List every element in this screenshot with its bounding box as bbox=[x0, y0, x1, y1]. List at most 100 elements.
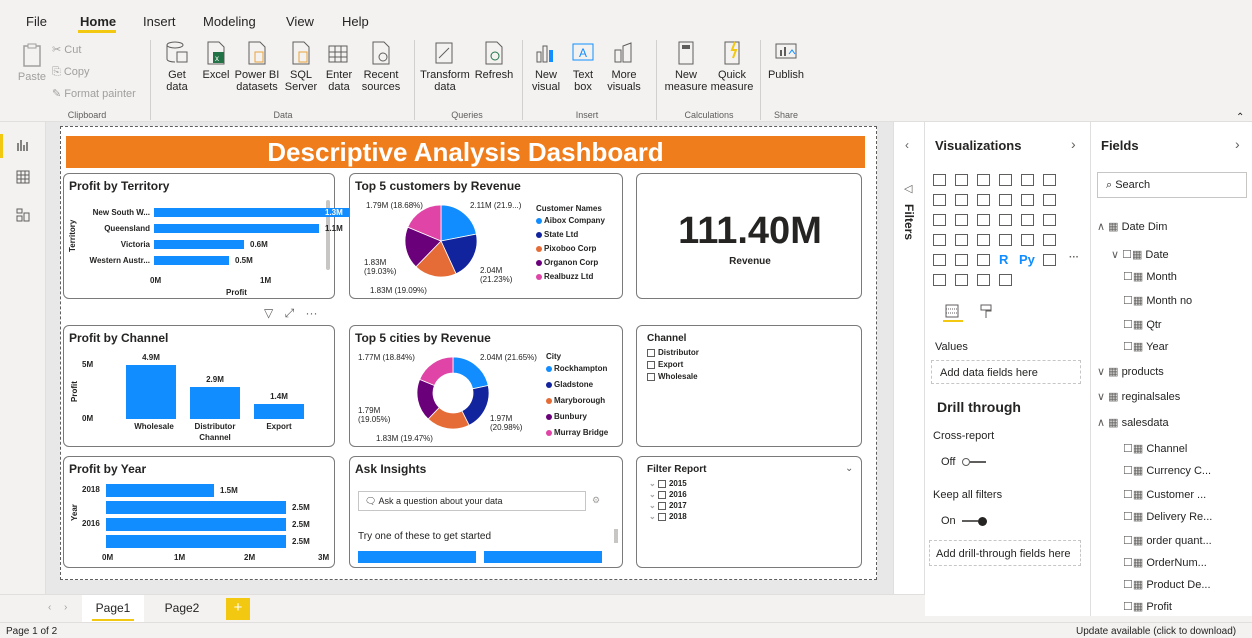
year-chart-card[interactable]: Profit by Year Year 2018 2016 0M 1M 2M 3… bbox=[63, 456, 335, 568]
map-icon[interactable] bbox=[933, 234, 946, 246]
chevron-left-icon[interactable]: ‹ bbox=[905, 138, 909, 152]
field-item[interactable]: ∧ ▦ salesdata bbox=[1097, 416, 1169, 429]
clustered-bar-icon[interactable] bbox=[977, 174, 990, 186]
treemap-icon[interactable] bbox=[1043, 214, 1056, 226]
insights-scrollbar[interactable] bbox=[614, 529, 618, 543]
expand-icon[interactable]: ⌄ bbox=[649, 512, 658, 521]
stacked-column-icon[interactable] bbox=[955, 174, 968, 186]
field-item[interactable]: ☐▦ Qtr bbox=[1123, 318, 1162, 331]
donut-chart-icon[interactable] bbox=[1021, 214, 1034, 226]
insights-card[interactable]: Ask Insights 🗨 Ask a question about your… bbox=[349, 456, 623, 568]
cross-report-toggle[interactable]: Off bbox=[941, 456, 986, 468]
field-item[interactable]: ☐▦ Month no bbox=[1123, 294, 1192, 307]
settings-icon[interactable]: ⚙ bbox=[592, 495, 600, 506]
prev-page-icon[interactable]: ‹ bbox=[48, 602, 51, 613]
new-measure-button[interactable]: New measure bbox=[664, 40, 708, 93]
cut-button[interactable]: ✂ Cut bbox=[52, 44, 81, 56]
field-item[interactable]: ☐▦ Delivery Re... bbox=[1123, 510, 1212, 523]
expand-icon[interactable]: ⌄ bbox=[649, 501, 658, 510]
table-icon[interactable]: ∧ ▦ bbox=[1097, 221, 1122, 233]
text-box-button[interactable]: A Text box bbox=[568, 40, 598, 93]
table-icon[interactable]: ∨ ▦ bbox=[1097, 391, 1122, 403]
paste-button[interactable]: Paste bbox=[16, 42, 48, 83]
report-view-icon[interactable] bbox=[16, 138, 30, 152]
field-item[interactable]: ☐▦ Profit bbox=[1123, 600, 1172, 613]
add-page-button[interactable]: + bbox=[226, 598, 250, 620]
python-visual-icon[interactable]: Py bbox=[1019, 252, 1035, 267]
checkbox[interactable]: ☐▦ bbox=[1123, 511, 1146, 523]
slicer-icon[interactable] bbox=[933, 254, 946, 266]
tab-page2[interactable]: Page2 bbox=[154, 595, 210, 623]
smart-narrative-icon[interactable] bbox=[977, 274, 990, 286]
values-drop-zone[interactable]: Add data fields here bbox=[931, 360, 1081, 384]
cities-donut-slice[interactable] bbox=[419, 356, 454, 386]
fields-search-input[interactable]: ⌕ Search bbox=[1097, 172, 1247, 198]
quick-measure-button[interactable]: Quick measure bbox=[710, 40, 754, 93]
field-item[interactable]: ∨ ▦ products bbox=[1097, 365, 1164, 378]
checkbox[interactable]: ☐▦ bbox=[1123, 601, 1146, 613]
checkbox[interactable] bbox=[657, 501, 666, 510]
stacked-area-icon[interactable] bbox=[977, 194, 990, 206]
customers-legend-1[interactable]: State Ltd bbox=[536, 230, 578, 239]
customers-legend-2[interactable]: Pixoboo Corp bbox=[536, 244, 596, 253]
checkbox[interactable]: ☐▦ bbox=[1123, 465, 1146, 477]
channel-chart-card[interactable]: Profit by Channel Profit 5M 0M Wholesale… bbox=[63, 325, 335, 447]
area-chart-icon[interactable] bbox=[955, 194, 968, 206]
checkbox[interactable]: ☐▦ bbox=[1123, 271, 1146, 283]
field-item[interactable]: ☐▦ Channel bbox=[1123, 442, 1187, 455]
customers-chart-card[interactable]: Top 5 customers by Revenue 1.79M (18.68%… bbox=[349, 173, 623, 299]
100-bar-icon[interactable] bbox=[1021, 174, 1034, 186]
line-column-icon[interactable] bbox=[999, 194, 1012, 206]
enter-data-button[interactable]: Enter data bbox=[322, 40, 356, 93]
data-view-icon[interactable] bbox=[16, 170, 30, 184]
focus-mode-icon[interactable]: ⤢ bbox=[285, 306, 295, 320]
waterfall-icon[interactable] bbox=[933, 214, 946, 226]
excel-button[interactable]: x Excel bbox=[198, 40, 234, 81]
filters-pane-collapsed[interactable]: ‹ ◁ Filters bbox=[893, 122, 925, 594]
field-item[interactable]: ☐▦ Currency C... bbox=[1123, 464, 1211, 477]
power-bi-datasets-button[interactable]: Power BI datasets bbox=[234, 40, 280, 93]
publish-button[interactable]: Publish bbox=[764, 40, 808, 81]
tab-page1[interactable]: Page1 bbox=[82, 595, 144, 623]
checkbox[interactable]: ☐▦ bbox=[1123, 295, 1146, 307]
qa-icon[interactable] bbox=[955, 274, 968, 286]
customers-legend-4[interactable]: Realbuzz Ltd bbox=[536, 272, 593, 281]
decomposition-tree-icon[interactable] bbox=[933, 274, 946, 286]
slicer-item-wholesale[interactable]: Wholesale bbox=[647, 372, 698, 381]
checkbox[interactable]: ☐▦ bbox=[1123, 319, 1146, 331]
year-filter-2017[interactable]: ⌄ 2017 bbox=[649, 501, 687, 510]
clustered-column-icon[interactable] bbox=[999, 174, 1012, 186]
checkbox[interactable] bbox=[647, 372, 655, 381]
territory-chart-card[interactable]: Profit by Territory Territory New South … bbox=[63, 173, 349, 299]
transform-data-button[interactable]: Transform data bbox=[420, 40, 470, 93]
customers-legend-0[interactable]: Aibox Company bbox=[536, 216, 605, 225]
field-item[interactable]: ☐▦ Customer ... bbox=[1123, 488, 1206, 501]
checkbox[interactable]: ∨ ☐▦ bbox=[1111, 249, 1145, 261]
checkbox[interactable]: ☐▦ bbox=[1123, 341, 1146, 353]
menu-insert[interactable]: Insert bbox=[143, 14, 176, 29]
year-filter-2015[interactable]: ⌄ 2015 bbox=[649, 479, 687, 488]
checkbox[interactable] bbox=[657, 479, 666, 488]
format-roller-icon[interactable] bbox=[979, 304, 993, 320]
line-chart-icon[interactable] bbox=[933, 194, 946, 206]
menu-view[interactable]: View bbox=[286, 14, 314, 29]
pie-chart-icon[interactable] bbox=[999, 214, 1012, 226]
expand-icon[interactable]: ⌄ bbox=[649, 490, 658, 499]
field-item[interactable]: ∨ ▦ reginalsales bbox=[1097, 390, 1180, 403]
cities-legend-4[interactable]: Murray Bridge bbox=[546, 428, 608, 437]
model-view-icon[interactable] bbox=[16, 208, 30, 222]
filter-report-card[interactable]: Filter Report ⌄ ⌄ 2015 ⌄ 2016 ⌄ 2017 ⌄ 2… bbox=[636, 456, 862, 568]
line-clustered-icon[interactable] bbox=[1021, 194, 1034, 206]
funnel-icon[interactable] bbox=[955, 214, 968, 226]
refresh-button[interactable]: Refresh bbox=[474, 40, 514, 81]
copy-button[interactable]: ⎘ Copy bbox=[52, 66, 90, 78]
menu-home[interactable]: Home bbox=[80, 14, 116, 29]
new-visual-button[interactable]: New visual bbox=[528, 40, 564, 93]
slicer-item-distributor[interactable]: Distributor bbox=[647, 348, 699, 357]
chevron-right-icon[interactable]: › bbox=[1235, 136, 1240, 152]
more-options-icon[interactable]: ··· bbox=[306, 306, 318, 320]
cities-legend-0[interactable]: Rockhampton bbox=[546, 364, 607, 373]
checkbox[interactable]: ☐▦ bbox=[1123, 579, 1146, 591]
update-notice[interactable]: Update available (click to download) bbox=[1076, 626, 1236, 637]
sql-server-button[interactable]: SQL Server bbox=[284, 40, 318, 93]
